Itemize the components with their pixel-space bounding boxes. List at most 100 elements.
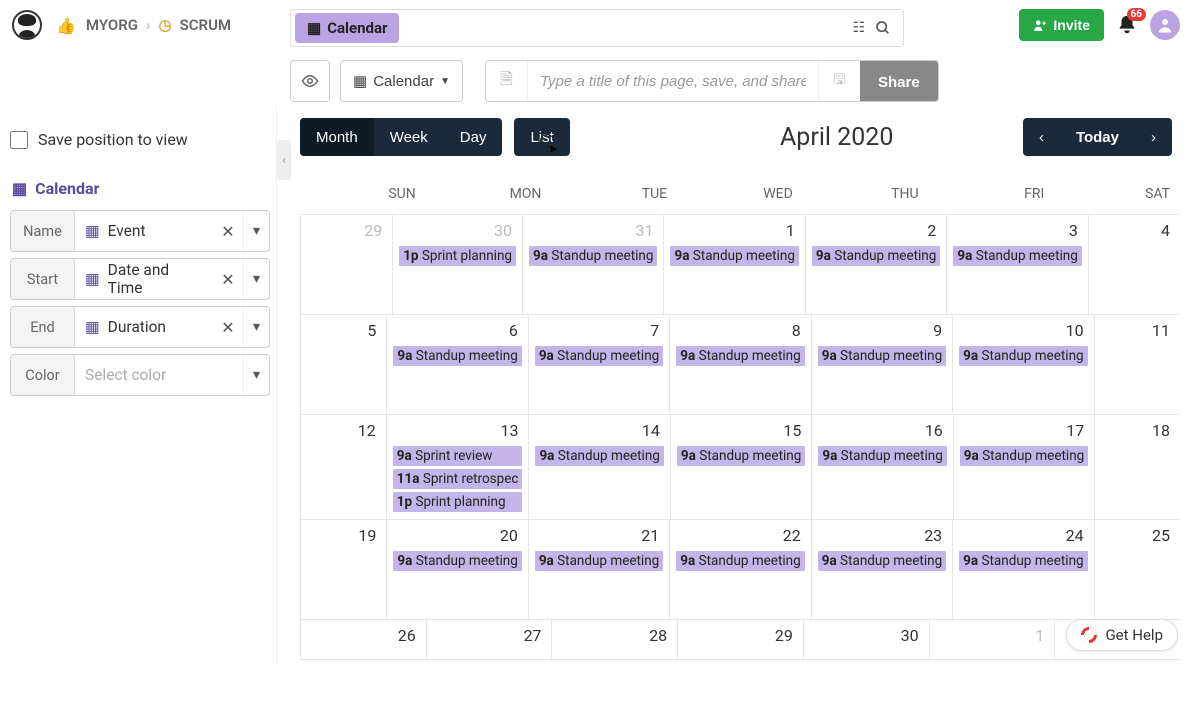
day-cell[interactable]: 79a Standup meeting <box>528 315 669 414</box>
day-cell[interactable]: 29a Standup meeting <box>805 215 946 314</box>
day-cell[interactable]: 319a Standup meeting <box>522 215 663 314</box>
day-cell[interactable]: 12 <box>300 415 386 519</box>
notifications-button[interactable]: 66 <box>1116 14 1138 36</box>
day-cell[interactable]: 19a Standup meeting <box>663 215 804 314</box>
chevron-right-icon: › <box>146 16 151 34</box>
grid-icon[interactable]: ☷ <box>852 20 865 36</box>
calendar-event[interactable]: 9a Standup meeting <box>676 346 804 366</box>
day-cell[interactable]: 139a Sprint review11a Sprint retrospec1p… <box>386 415 529 519</box>
calendar-event[interactable]: 9a Standup meeting <box>393 551 521 571</box>
calendar-event[interactable]: 1p Sprint planning <box>393 492 523 512</box>
breadcrumb: MYORG › ◷ SCRUM <box>86 16 231 34</box>
save-position-input[interactable] <box>10 131 28 149</box>
day-cell[interactable]: 25 <box>1094 520 1180 619</box>
breadcrumb-project[interactable]: SCRUM <box>180 16 231 34</box>
day-cell[interactable]: 29 <box>677 620 803 659</box>
day-cell[interactable]: 29 <box>300 215 392 314</box>
logo-avatar[interactable] <box>12 10 42 40</box>
day-cell[interactable]: 18 <box>1094 415 1180 519</box>
day-cell[interactable]: 69a Standup meeting <box>386 315 527 414</box>
view-month[interactable]: Month <box>300 118 374 156</box>
calendar-event[interactable]: 9a Standup meeting <box>535 551 663 571</box>
day-cell[interactable]: 5 <box>300 315 386 414</box>
day-number: 30 <box>808 626 925 649</box>
search-icon[interactable] <box>875 20 891 36</box>
field-start[interactable]: Start ▦Date and Time ✕ ▾ <box>10 258 270 300</box>
field-name[interactable]: Name ▦Event ✕ ▾ <box>10 210 270 252</box>
caret-down-icon[interactable]: ▾ <box>243 355 269 395</box>
calendar-event[interactable]: 1p Sprint planning <box>399 246 516 266</box>
day-cell[interactable]: 4 <box>1088 215 1180 314</box>
prev-button[interactable]: ‹ <box>1023 118 1060 156</box>
calendar-event[interactable]: 9a Standup meeting <box>812 246 940 266</box>
calendar-event[interactable]: 9a Standup meeting <box>529 246 657 266</box>
get-help-button[interactable]: Get Help <box>1066 619 1178 651</box>
calendar-event[interactable]: 9a Standup meeting <box>535 446 663 466</box>
day-cell[interactable]: 179a Standup meeting <box>953 415 1094 519</box>
day-cell[interactable]: 89a Standup meeting <box>669 315 810 414</box>
day-cell[interactable]: 26 <box>300 620 426 659</box>
caret-down-icon[interactable]: ▾ <box>243 259 269 299</box>
calendar-event[interactable]: 11a Sprint retrospec <box>393 469 523 489</box>
calendar-event[interactable]: 9a Standup meeting <box>953 246 1081 266</box>
day-cell[interactable]: 301p Sprint planning <box>392 215 522 314</box>
clear-icon[interactable]: ✕ <box>213 211 243 251</box>
calendar-event[interactable]: 9a Standup meeting <box>818 446 946 466</box>
day-cell[interactable]: 28 <box>551 620 677 659</box>
day-cell[interactable]: 229a Standup meeting <box>669 520 810 619</box>
clear-icon[interactable]: ✕ <box>213 307 243 347</box>
calendar-event[interactable]: 9a Standup meeting <box>960 446 1088 466</box>
today-button[interactable]: Today <box>1060 118 1135 156</box>
day-cell[interactable]: 219a Standup meeting <box>528 520 669 619</box>
next-button[interactable]: › <box>1135 118 1172 156</box>
day-cell[interactable]: 109a Standup meeting <box>952 315 1093 414</box>
calendar-event[interactable]: 9a Standup meeting <box>670 246 798 266</box>
save-page-button[interactable]: 🖫 <box>818 61 860 101</box>
clear-icon[interactable]: ✕ <box>213 259 243 299</box>
day-cell[interactable]: 27 <box>426 620 552 659</box>
day-cell[interactable]: 239a Standup meeting <box>811 520 952 619</box>
field-end[interactable]: End ▦Duration ✕ ▾ <box>10 306 270 348</box>
calendar-event[interactable]: 9a Standup meeting <box>535 346 663 366</box>
collapse-sidebar[interactable]: ‹ <box>277 140 291 180</box>
save-position-checkbox[interactable]: Save position to view <box>10 130 270 149</box>
day-cell[interactable]: 249a Standup meeting <box>952 520 1093 619</box>
page-icon[interactable]: 🗎 <box>486 61 528 101</box>
caret-down-icon: ▼ <box>440 76 450 87</box>
day-cell[interactable]: 1 <box>929 620 1055 659</box>
day-number: 14 <box>533 421 665 444</box>
view-day[interactable]: Day <box>444 118 503 156</box>
calendar-event[interactable]: 9a Standup meeting <box>818 346 946 366</box>
field-color[interactable]: Color Select color ▾ <box>10 354 270 396</box>
day-cell[interactable]: 149a Standup meeting <box>528 415 669 519</box>
day-cell[interactable]: 209a Standup meeting <box>386 520 527 619</box>
user-avatar[interactable] <box>1150 10 1180 40</box>
breadcrumb-org[interactable]: MYORG <box>86 16 138 34</box>
day-number: 8 <box>674 321 806 344</box>
view-week[interactable]: Week <box>374 118 444 156</box>
day-cell[interactable]: 99a Standup meeting <box>811 315 952 414</box>
day-number: 7 <box>533 321 665 344</box>
calendar-chip[interactable]: ▦ Calendar <box>295 13 399 43</box>
calendar-event[interactable]: 9a Standup meeting <box>393 346 521 366</box>
calendar-event[interactable]: 9a Standup meeting <box>677 446 805 466</box>
visibility-button[interactable] <box>290 60 330 102</box>
page-title-input[interactable] <box>528 61 818 101</box>
day-cell[interactable]: 169a Standup meeting <box>811 415 952 519</box>
calendar-event[interactable]: 9a Sprint review <box>393 446 523 466</box>
caret-down-icon[interactable]: ▾ <box>243 211 269 251</box>
invite-button[interactable]: Invite <box>1019 9 1104 41</box>
calendar-event[interactable]: 9a Standup meeting <box>959 346 1087 366</box>
calendar-event[interactable]: 9a Standup meeting <box>818 551 946 571</box>
day-cell[interactable]: 19 <box>300 520 386 619</box>
caret-down-icon[interactable]: ▾ <box>243 307 269 347</box>
day-cell[interactable]: 30 <box>803 620 929 659</box>
view-dropdown[interactable]: ▦ Calendar ▼ <box>340 60 463 102</box>
share-button[interactable]: Share <box>860 61 938 102</box>
day-cell[interactable]: 39a Standup meeting <box>946 215 1087 314</box>
day-cell[interactable]: 159a Standup meeting <box>670 415 811 519</box>
calendar-event[interactable]: 9a Standup meeting <box>676 551 804 571</box>
calendar-event[interactable]: 9a Standup meeting <box>959 551 1087 571</box>
day-cell[interactable]: 11 <box>1094 315 1180 414</box>
week-row: 19209a Standup meeting219a Standup meeti… <box>300 520 1180 620</box>
